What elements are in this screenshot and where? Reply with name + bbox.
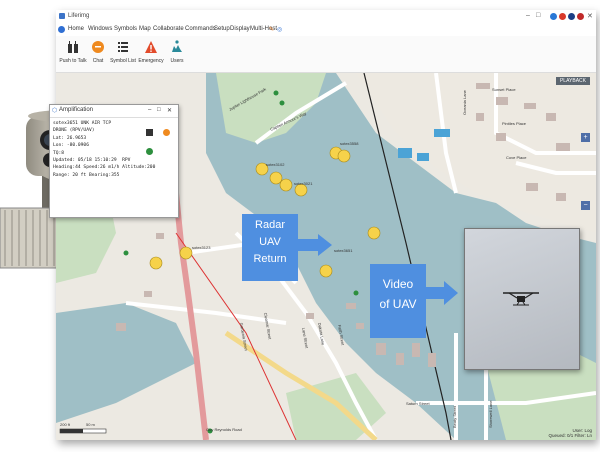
warning-icon xyxy=(145,41,157,53)
street-label: Shorewell Lane xyxy=(488,400,493,428)
notification-icon[interactable] xyxy=(550,13,557,20)
water-body-lower xyxy=(56,303,196,423)
pool xyxy=(417,153,429,161)
playback-button[interactable]: PLAYBACK xyxy=(555,77,590,85)
app-window: Liferimg – □ ✕ Home Windows Symbols Map … xyxy=(56,10,596,440)
street-label: Guy Reynolds Road xyxy=(206,427,242,432)
video-uav-callout: Video of UAV xyxy=(370,264,426,338)
chat-icon[interactable] xyxy=(162,129,170,136)
help-icon[interactable]: ◎ xyxy=(277,26,282,33)
status-icon[interactable] xyxy=(577,13,584,20)
street-label: Cleomar Street xyxy=(263,312,273,340)
alert-icon[interactable] xyxy=(559,13,566,20)
uav-video-feed[interactable] xyxy=(464,228,580,370)
users-label: Users xyxy=(170,58,184,64)
callout-line: Return xyxy=(253,253,287,265)
track-label-sotex3651: sotex3651 xyxy=(334,248,353,253)
list-icon xyxy=(118,42,128,52)
title-bar: Liferimg – □ ✕ xyxy=(56,10,596,24)
close-button[interactable]: ✕ xyxy=(587,12,593,20)
menu-symbols[interactable]: Symbols xyxy=(114,26,137,32)
scale-bar: 200 ft 50 m xyxy=(59,422,107,434)
menu-bar: Home Windows Symbols Map Collaborate Com… xyxy=(56,24,596,36)
street-label: Beaty Street xyxy=(452,405,457,428)
street-label: Pintiles Place xyxy=(502,121,527,126)
locate-icon[interactable] xyxy=(146,148,153,155)
svg-text:200 ft: 200 ft xyxy=(60,422,71,427)
popup-close-button[interactable]: ✕ xyxy=(167,107,172,114)
main-road xyxy=(173,192,209,440)
street-label: Cove Place xyxy=(506,155,527,160)
track-label-sotex3123: sotex3123 xyxy=(192,245,211,250)
home-icon[interactable] xyxy=(58,26,65,33)
pin-icon[interactable]: ✎ xyxy=(269,26,274,33)
track-label-sotex3558: sotex3558 xyxy=(340,141,359,146)
pool xyxy=(434,129,450,137)
callout-line: Radar xyxy=(255,219,285,231)
street-label: Saturn Street xyxy=(406,401,430,406)
track-label-sotex3021: sotex3021 xyxy=(294,181,313,186)
callout-line: of UAV xyxy=(379,297,417,311)
zoom-in-button[interactable]: + xyxy=(581,133,590,142)
toolbar: Push to Talk Chat Symbol List Emergency … xyxy=(56,36,596,73)
menu-map[interactable]: Map xyxy=(139,26,151,32)
chat-icon xyxy=(92,41,104,53)
menu-setup[interactable]: Setup xyxy=(214,26,230,32)
app-title: Liferimg xyxy=(68,13,90,19)
street-label: Oceania Lane xyxy=(462,89,467,115)
callout-line: Video xyxy=(382,277,414,291)
street-label: Sunset Place xyxy=(492,87,516,92)
users-icon xyxy=(172,40,182,52)
radio-icon xyxy=(68,41,78,53)
users-button[interactable]: Users xyxy=(160,40,194,70)
video-callout-arrow xyxy=(426,281,458,305)
popup-header: ⬡ Amplification – □ ✕ xyxy=(50,105,178,118)
maximize-button[interactable]: □ xyxy=(536,12,540,19)
minimize-button[interactable]: – xyxy=(526,12,530,19)
menu-collaborate[interactable]: Collaborate xyxy=(153,26,184,32)
svg-text:50 m: 50 m xyxy=(86,422,96,427)
popup-title: Amplification xyxy=(59,107,94,113)
zoom-out-button[interactable]: − xyxy=(581,201,590,210)
callout-line: UAV xyxy=(259,236,281,248)
menu-commands[interactable]: Commands xyxy=(185,26,216,32)
popup-minimize-button[interactable]: – xyxy=(148,107,151,113)
street-label: Gardenia Street xyxy=(239,322,249,352)
popup-line: Heading:44 Speed:26 m1/h Altitude:200 xyxy=(53,165,156,171)
menu-home[interactable]: Home xyxy=(68,26,84,32)
popup-maximize-button[interactable]: □ xyxy=(157,107,161,113)
amplification-popup: ⬡ Amplification – □ ✕ sotex3651 UNK AIR … xyxy=(49,104,179,218)
popup-line: Range: 20 ft Bearing:355 xyxy=(53,172,120,178)
popup-icon: ⬡ xyxy=(52,108,58,114)
radar-uav-callout: Radar UAV Return xyxy=(242,214,298,281)
user-icon[interactable] xyxy=(568,13,575,20)
street-label: Lane Street xyxy=(301,327,310,349)
radar-callout-arrow xyxy=(298,234,332,256)
track-label-sotex3102: sotex3102 xyxy=(266,162,285,167)
user-status: User: Log Queued: 0/1 Filter: Ln xyxy=(548,428,592,438)
pool xyxy=(398,148,412,158)
popup-actions xyxy=(146,121,178,159)
print-icon[interactable] xyxy=(146,129,153,136)
user-status-line: Queued: 0/1 Filter: Ln xyxy=(548,433,592,438)
app-logo-icon xyxy=(59,13,65,19)
drone-icon xyxy=(503,292,539,306)
menu-windows[interactable]: Windows xyxy=(88,26,112,32)
menu-display[interactable]: Display xyxy=(230,26,250,32)
